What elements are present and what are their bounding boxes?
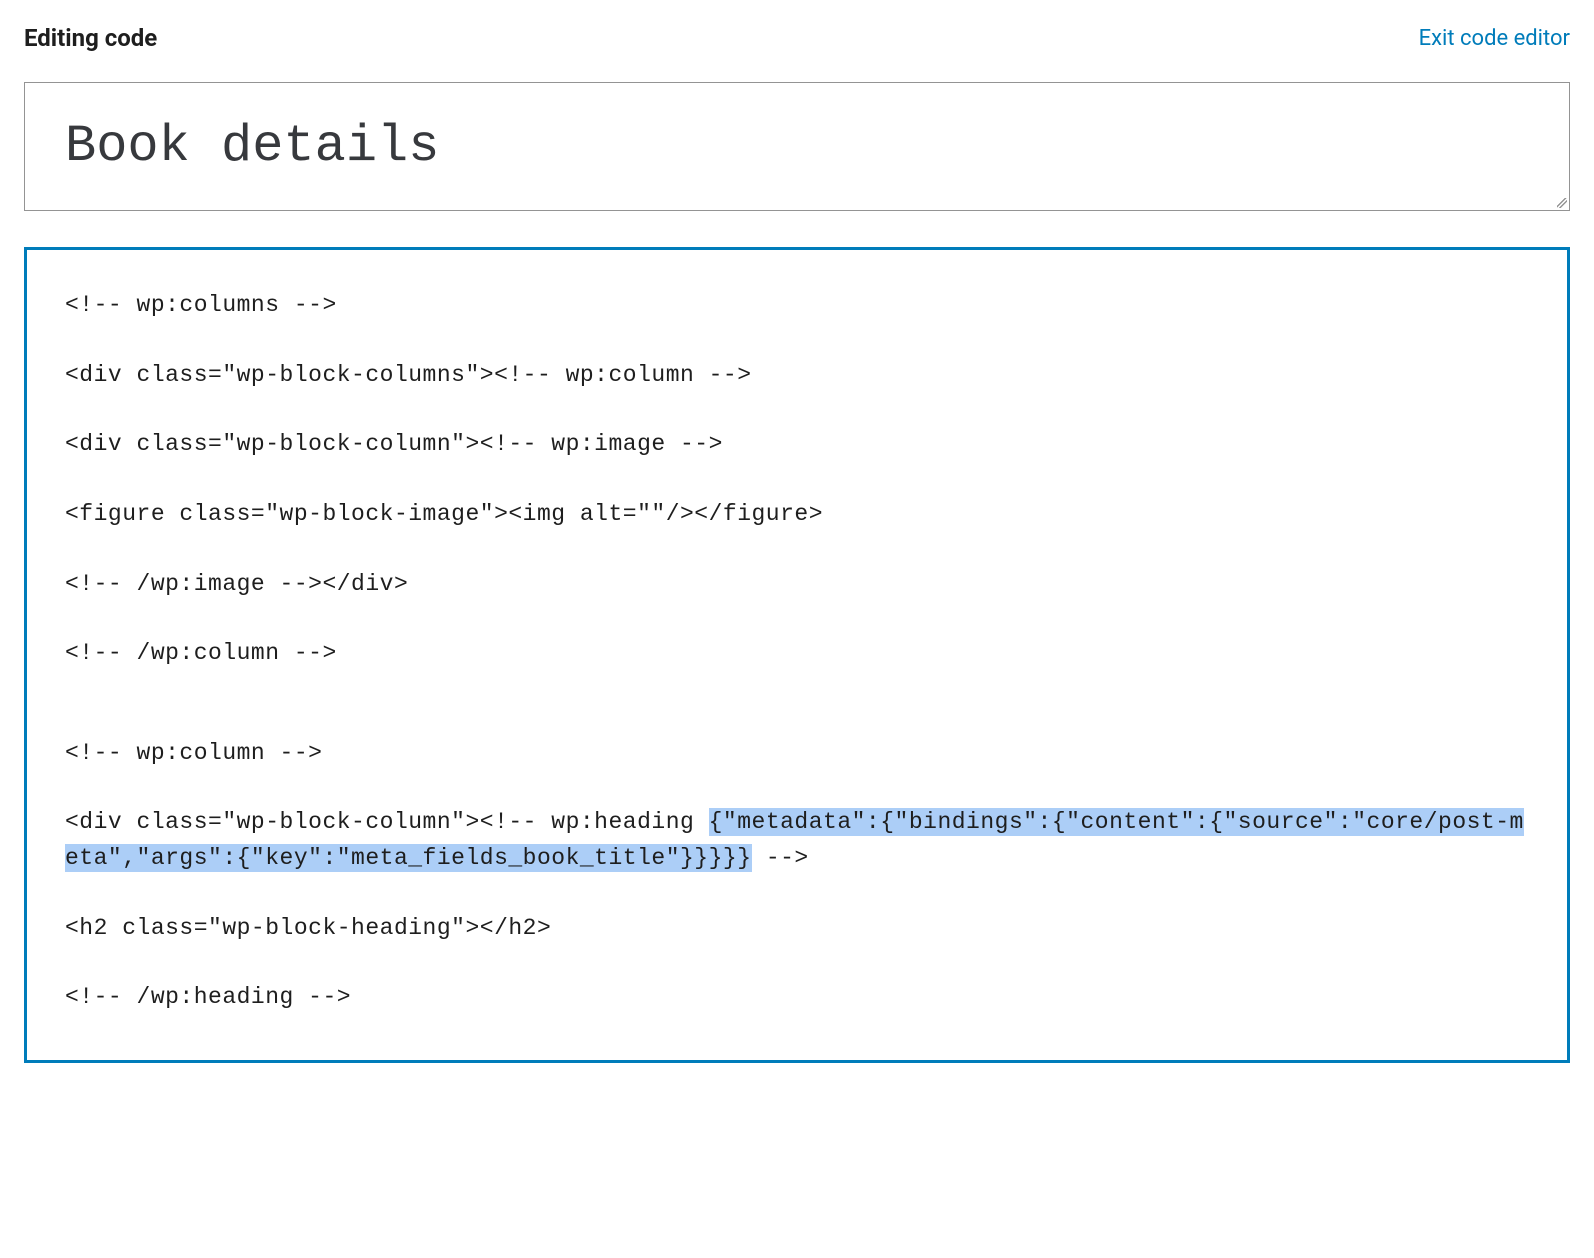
post-title-text: Book details [65,117,1529,176]
editing-code-title: Editing code [24,24,157,52]
code-line: <div class="wp-block-column"><!-- wp:ima… [65,427,1529,463]
editor-header: Editing code Exit code editor [24,24,1570,52]
code-text: <div class="wp-block-column"><!-- wp:hea… [65,809,709,835]
code-editor-textarea[interactable]: <!-- wp:columns --> <div class="wp-block… [24,247,1570,1063]
code-line-with-selection: <div class="wp-block-column"><!-- wp:hea… [65,805,1529,876]
code-line: <h2 class="wp-block-heading"></h2> [65,911,1529,947]
code-line: <!-- /wp:column --> [65,636,1529,672]
code-line: <!-- wp:column --> [65,736,1529,772]
code-line: <!-- /wp:heading --> [65,980,1529,1016]
post-title-field[interactable]: Book details [24,82,1570,211]
code-line: <figure class="wp-block-image"><img alt=… [65,497,1529,533]
exit-code-editor-link[interactable]: Exit code editor [1419,26,1570,51]
code-line: <!-- wp:columns --> [65,288,1529,324]
code-line: <!-- /wp:image --></div> [65,567,1529,603]
blank-line [65,706,1529,736]
code-text: --> [752,845,809,871]
code-line: <div class="wp-block-columns"><!-- wp:co… [65,358,1529,394]
